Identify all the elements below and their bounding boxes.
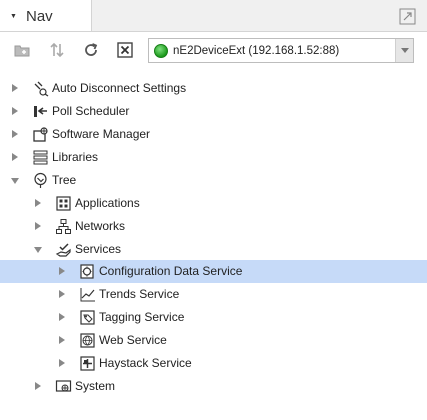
tree-node-label: Networks: [75, 219, 126, 233]
expand-arrow-icon[interactable]: [35, 222, 41, 230]
trends-icon: [80, 288, 95, 302]
tree-node-label: System: [75, 379, 116, 393]
nav-toolbar: nE2DeviceExt (192.168.1.52:88): [0, 32, 427, 68]
networks-icon: [56, 219, 71, 234]
expand-arrow-icon[interactable]: [59, 336, 65, 344]
tree-node-tree[interactable]: Tree: [0, 169, 427, 192]
tree-node-tagging-service[interactable]: Tagging Service: [0, 306, 427, 329]
auto-disconnect-icon: [34, 81, 49, 97]
tree-node-label: Configuration Data Service: [99, 264, 243, 278]
expand-arrow-icon[interactable]: [59, 359, 65, 367]
tree-node-label: Libraries: [52, 150, 99, 164]
haystack-icon: [80, 356, 95, 371]
expand-arrow-icon[interactable]: [59, 313, 65, 321]
collapse-arrow-icon[interactable]: [34, 247, 42, 253]
tree-node-label: Auto Disconnect Settings: [52, 81, 187, 95]
web-service-icon: [80, 333, 95, 348]
tree-node-software-manager[interactable]: Software Manager: [0, 123, 427, 146]
tab-menu-caret-icon[interactable]: ▼: [10, 13, 20, 20]
tree-node-applications[interactable]: Applications: [0, 192, 427, 215]
tab-nav[interactable]: ▼ Nav: [0, 0, 92, 32]
expand-arrow-icon[interactable]: [12, 130, 18, 138]
tree-node-poll-scheduler[interactable]: Poll Scheduler: [0, 100, 427, 123]
libraries-icon: [33, 150, 48, 165]
tree-node-auto-disconnect-settings[interactable]: Auto Disconnect Settings: [0, 77, 427, 100]
collapse-arrow-icon[interactable]: [11, 178, 19, 184]
tree-node-trends-service[interactable]: Trends Service: [0, 283, 427, 306]
expand-arrow-icon[interactable]: [35, 382, 41, 390]
tree-node-label: Tree: [52, 173, 77, 187]
tagging-icon: [80, 310, 95, 325]
station-selector-value: nE2DeviceExt (192.168.1.52:88): [173, 44, 340, 57]
tree-node-system[interactable]: System: [0, 375, 427, 398]
tree-node-label: Web Service: [99, 333, 167, 347]
status-online-icon: [154, 43, 168, 58]
software-manager-icon: [33, 127, 48, 142]
nav-panel: nE2DeviceExt (192.168.1.52:88) Auto Disc…: [0, 31, 427, 420]
tree-node-label: Trends Service: [99, 287, 180, 301]
refresh-icon[interactable]: [82, 41, 100, 59]
tree-node-networks[interactable]: Networks: [0, 215, 427, 238]
tree-icon: [34, 172, 47, 188]
close-session-icon[interactable]: [116, 41, 134, 59]
services-icon: [55, 243, 71, 257]
expand-arrow-icon[interactable]: [35, 199, 41, 207]
expand-arrow-icon[interactable]: [12, 84, 18, 92]
tree-node-label: Applications: [75, 196, 140, 210]
tree-node-label: Services: [75, 242, 122, 256]
tree-node-web-service[interactable]: Web Service: [0, 329, 427, 352]
tree-node-services[interactable]: Services: [0, 238, 427, 261]
tab-bar: ▼ Nav: [0, 0, 427, 32]
expand-arrow-icon[interactable]: [59, 290, 65, 298]
new-folder-icon[interactable]: [13, 41, 31, 59]
poll-scheduler-icon: [34, 106, 47, 117]
tree-node-label: Haystack Service: [99, 356, 192, 370]
system-icon: [55, 380, 72, 392]
station-selector[interactable]: nE2DeviceExt (192.168.1.52:88): [148, 38, 414, 63]
maximize-icon[interactable]: [399, 8, 416, 25]
expand-arrow-icon[interactable]: [59, 267, 65, 275]
tree-node-libraries[interactable]: Libraries: [0, 146, 427, 169]
tab-title: Nav: [26, 7, 53, 25]
expand-arrow-icon[interactable]: [12, 153, 18, 161]
chevron-down-icon[interactable]: [395, 39, 413, 62]
tree-node-label: Poll Scheduler: [52, 104, 130, 118]
tree-node-configuration-data-service[interactable]: Configuration Data Service: [0, 260, 427, 283]
expand-arrow-icon[interactable]: [12, 107, 18, 115]
tree-node-label: Software Manager: [52, 127, 151, 141]
tree-node-haystack-service[interactable]: Haystack Service: [0, 352, 427, 375]
configuration-data-icon: [80, 264, 94, 279]
tree-node-label: Tagging Service: [99, 310, 185, 324]
sort-icon[interactable]: [48, 41, 66, 59]
applications-icon: [56, 196, 71, 211]
